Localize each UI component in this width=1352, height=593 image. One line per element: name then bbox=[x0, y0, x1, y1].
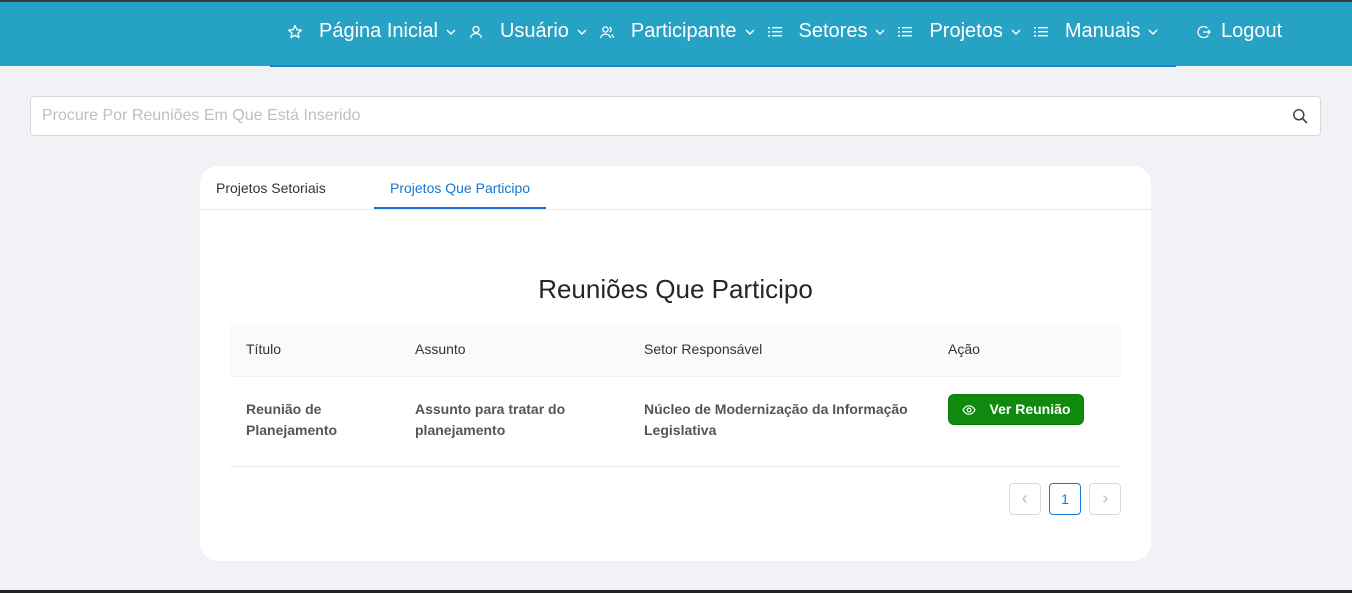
pagination-prev-button[interactable] bbox=[1009, 483, 1041, 515]
pagination: 1 bbox=[1009, 483, 1121, 515]
meetings-table: Título Assunto Setor Responsável Ação Re… bbox=[230, 323, 1121, 467]
chevron-left-icon bbox=[1022, 495, 1027, 503]
user-icon bbox=[468, 24, 484, 40]
tab-projetos-que-participo[interactable]: Projetos Que Participo bbox=[390, 180, 530, 196]
menu-label: Usuário bbox=[499, 20, 569, 42]
list-icon bbox=[897, 24, 913, 40]
cell-titulo: Reunião de Planejamento bbox=[246, 401, 338, 438]
menu-label: Participante bbox=[630, 20, 737, 42]
ver-reuniao-button[interactable]: Ver Reunião bbox=[948, 394, 1084, 425]
tab-bar: Projetos Setoriais Projetos Que Particip… bbox=[200, 166, 1151, 210]
chevron-down-icon bbox=[1148, 27, 1158, 37]
projects-card: Projetos Setoriais Projetos Que Particip… bbox=[200, 166, 1151, 561]
menu-label: Projetos bbox=[929, 20, 1003, 42]
list-icon bbox=[767, 24, 783, 40]
cell-setor: Núcleo de Modernização da Informação Leg… bbox=[644, 401, 908, 438]
top-navigation-bar: Página Inicial Usuário Participante Seto… bbox=[0, 0, 1352, 67]
menu-label: Manuais bbox=[1064, 20, 1141, 42]
main-menu: Página Inicial Usuário Participante Seto… bbox=[287, 20, 1170, 43]
search-icon[interactable] bbox=[1292, 108, 1308, 124]
menu-item-projetos[interactable]: Projetos bbox=[897, 20, 1021, 43]
menu-item-pagina-inicial[interactable]: Página Inicial bbox=[287, 20, 456, 43]
column-header-setor: Setor Responsável bbox=[644, 341, 763, 357]
column-header-titulo: Título bbox=[246, 341, 282, 357]
column-header-assunto: Assunto bbox=[415, 341, 466, 357]
chevron-down-icon bbox=[745, 27, 755, 37]
table-row: Reunião de Planejamento Assunto para tra… bbox=[230, 377, 1121, 467]
ver-reuniao-label: Ver Reunião bbox=[989, 401, 1071, 417]
menu-item-participante[interactable]: Participante bbox=[599, 20, 755, 43]
logout-icon bbox=[1196, 24, 1212, 40]
menu-item-manuais[interactable]: Manuais bbox=[1033, 20, 1159, 43]
tab-projetos-setoriais[interactable]: Projetos Setoriais bbox=[216, 180, 326, 196]
chevron-down-icon bbox=[577, 27, 587, 37]
logout-button[interactable]: Logout bbox=[1196, 20, 1282, 43]
pagination-next-button[interactable] bbox=[1089, 483, 1121, 515]
cell-assunto: Assunto para tratar do planejamento bbox=[415, 401, 566, 438]
chevron-down-icon bbox=[446, 27, 456, 37]
menu-label: Setores bbox=[798, 20, 868, 42]
column-header-acao: Ação bbox=[948, 341, 980, 357]
active-tab-indicator bbox=[374, 207, 546, 209]
star-icon bbox=[287, 24, 303, 40]
chevron-right-icon bbox=[1103, 495, 1108, 503]
logout-label: Logout bbox=[1221, 20, 1283, 42]
table-header: Título Assunto Setor Responsável Ação bbox=[230, 323, 1121, 377]
menu-item-usuario[interactable]: Usuário bbox=[468, 20, 587, 43]
search-input[interactable] bbox=[31, 97, 1271, 135]
menu-item-setores[interactable]: Setores bbox=[767, 20, 886, 43]
menu-active-underline bbox=[270, 65, 1176, 67]
pagination-page-1[interactable]: 1 bbox=[1049, 483, 1081, 515]
list-icon bbox=[1033, 24, 1049, 40]
chevron-down-icon bbox=[875, 27, 885, 37]
eye-icon bbox=[961, 403, 976, 417]
search-bar bbox=[30, 96, 1321, 136]
section-title: Reuniões Que Participo bbox=[538, 274, 813, 304]
chevron-down-icon bbox=[1011, 27, 1021, 37]
menu-label: Página Inicial bbox=[319, 20, 438, 42]
users-icon bbox=[599, 24, 615, 40]
